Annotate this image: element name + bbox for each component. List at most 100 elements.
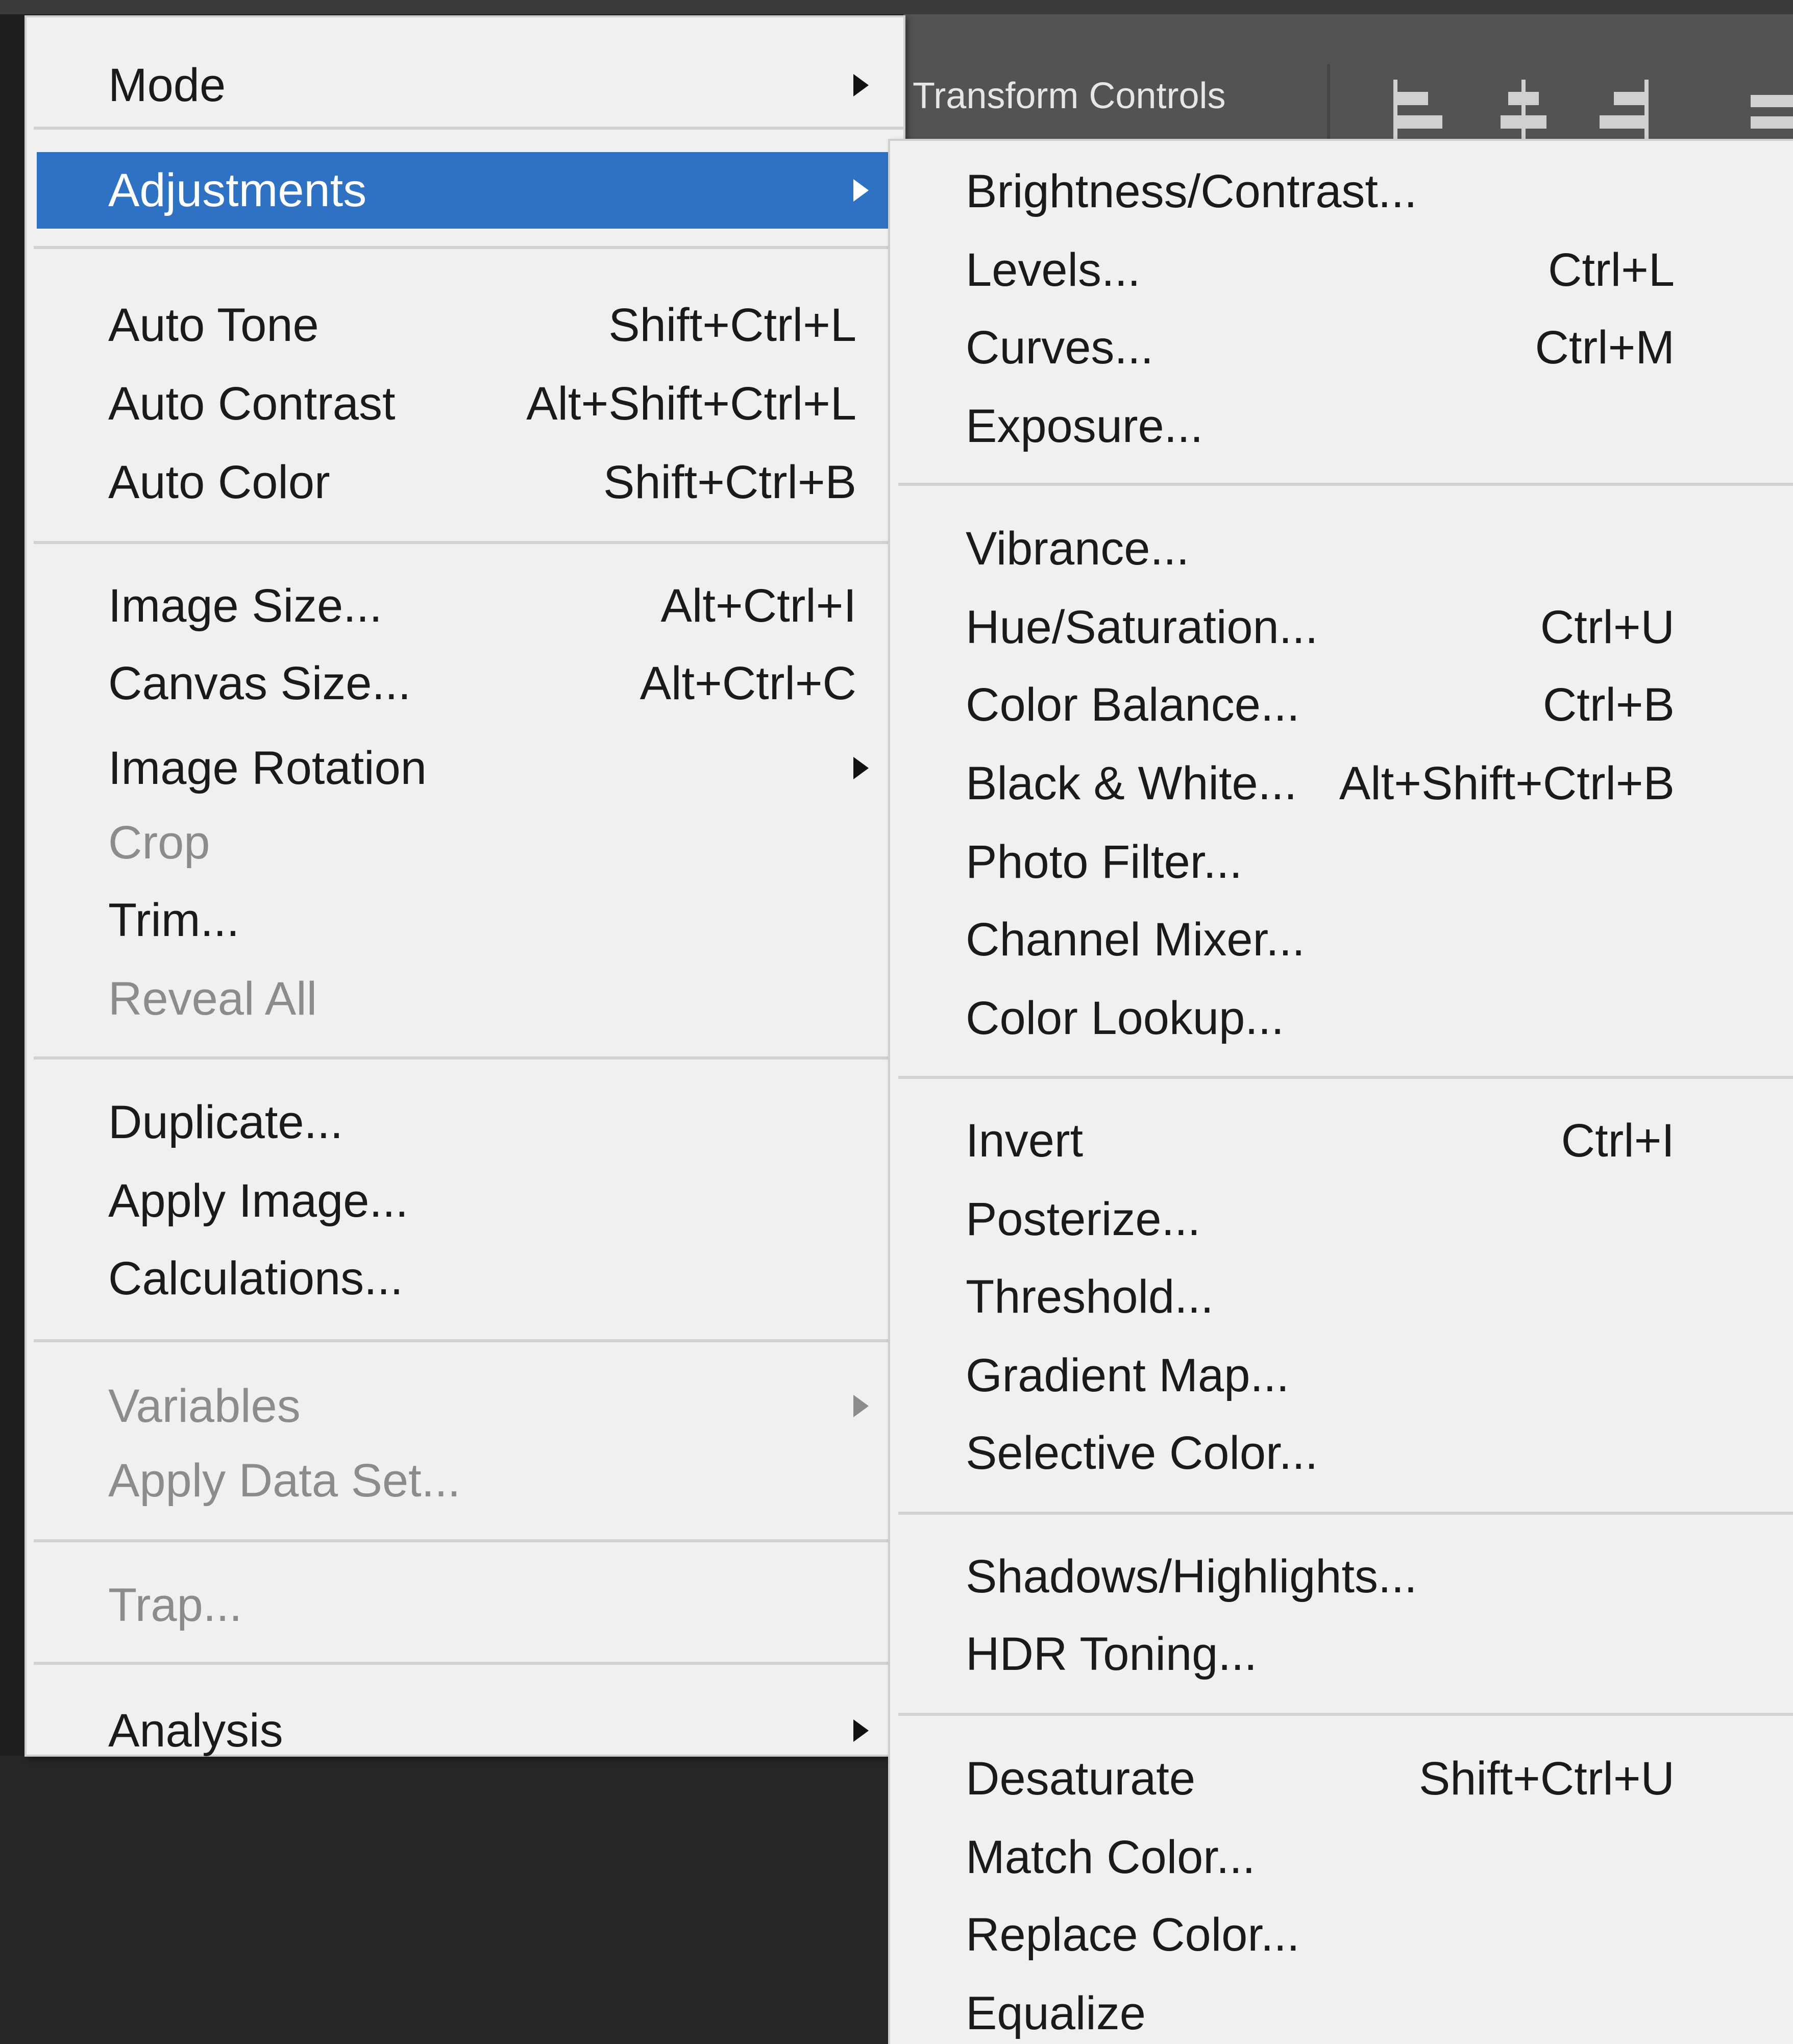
menu-item-label: Image Rotation <box>108 742 427 794</box>
submenu-item-hue-saturation[interactable]: Hue/Saturation... Ctrl+U <box>890 589 1793 666</box>
menu-item-label: Duplicate... <box>108 1096 343 1148</box>
submenu-arrow-icon <box>853 74 869 96</box>
menu-item-shortcut: Alt+Ctrl+C <box>640 657 856 709</box>
menu-item-analysis[interactable]: Analysis <box>27 1692 903 1769</box>
submenu-item-invert[interactable]: Invert Ctrl+I <box>890 1102 1793 1179</box>
menu-divider <box>34 1339 903 1342</box>
transform-controls-label[interactable]: Transform Controls <box>913 78 1225 114</box>
submenu-item-replace-color[interactable]: Replace Color... <box>890 1897 1793 1973</box>
menu-item-label: Variables <box>108 1380 301 1432</box>
menu-divider <box>34 1056 903 1060</box>
menu-item-adjustments[interactable]: Adjustments <box>37 152 903 229</box>
menu-item-label: Trap... <box>108 1579 242 1631</box>
menu-divider <box>34 1662 903 1665</box>
menu-item-label: Color Lookup... <box>966 992 1284 1044</box>
submenu-arrow-icon <box>853 1719 869 1742</box>
menu-item-label: Equalize <box>966 1987 1146 2039</box>
menu-item-label: Photo Filter... <box>966 836 1243 888</box>
menu-item-label: Auto Color <box>108 456 330 508</box>
menu-item-auto-color[interactable]: Auto Color Shift+Ctrl+B <box>27 444 903 521</box>
menu-item-label: Trim... <box>108 894 240 946</box>
submenu-item-gradient-map[interactable]: Gradient Map... <box>890 1337 1793 1414</box>
submenu-item-curves[interactable]: Curves... Ctrl+M <box>890 309 1793 386</box>
submenu-item-channel-mixer[interactable]: Channel Mixer... <box>890 901 1793 978</box>
submenu-item-black-white[interactable]: Black & White... Alt+Shift+Ctrl+B <box>890 745 1793 822</box>
menu-item-auto-tone[interactable]: Auto Tone Shift+Ctrl+L <box>27 287 903 363</box>
menu-item-image-size[interactable]: Image Size... Alt+Ctrl+I <box>27 568 903 644</box>
menu-item-label: Gradient Map... <box>966 1349 1290 1401</box>
menu-divider <box>34 246 903 249</box>
menu-item-shortcut: Ctrl+U <box>1540 601 1675 653</box>
submenu-arrow-icon <box>853 757 869 779</box>
menu-item-apply-image[interactable]: Apply Image... <box>27 1163 903 1239</box>
menu-item-label: Replace Color... <box>966 1909 1300 1961</box>
align-left-edges-icon[interactable] <box>1388 80 1444 141</box>
menu-item-trim[interactable]: Trim... <box>27 882 903 958</box>
menu-item-label: Adjustments <box>108 164 367 216</box>
menu-item-duplicate[interactable]: Duplicate... <box>27 1084 903 1161</box>
menu-item-label: Hue/Saturation... <box>966 601 1318 653</box>
submenu-item-selective-color[interactable]: Selective Color... <box>890 1415 1793 1491</box>
menu-item-label: Canvas Size... <box>108 657 411 709</box>
menu-item-label: Mode <box>108 59 226 111</box>
menu-divider <box>898 483 1793 486</box>
menu-item-mode[interactable]: Mode <box>27 47 903 124</box>
submenu-item-color-lookup[interactable]: Color Lookup... <box>890 980 1793 1056</box>
submenu-arrow-icon <box>853 1395 869 1417</box>
distribute-icon[interactable] <box>1740 80 1793 141</box>
image-menu: Mode Adjustments Auto Tone Shift+Ctrl+L … <box>24 15 905 1757</box>
menu-item-label: Apply Data Set... <box>108 1455 461 1507</box>
submenu-item-equalize[interactable]: Equalize <box>890 1975 1793 2044</box>
menu-item-label: Auto Contrast <box>108 378 396 430</box>
options-separator <box>1327 64 1330 141</box>
menu-item-label: Analysis <box>108 1705 283 1757</box>
menu-divider <box>34 127 903 130</box>
submenu-arrow-icon <box>853 179 869 202</box>
menu-item-crop[interactable]: Crop <box>27 804 903 881</box>
menu-item-label: Reveal All <box>108 973 317 1025</box>
submenu-item-desaturate[interactable]: Desaturate Shift+Ctrl+U <box>890 1740 1793 1817</box>
menu-item-label: Desaturate <box>966 1753 1196 1805</box>
submenu-item-photo-filter[interactable]: Photo Filter... <box>890 824 1793 900</box>
submenu-item-levels[interactable]: Levels... Ctrl+L <box>890 232 1793 308</box>
menu-item-label: Apply Image... <box>108 1175 409 1227</box>
menu-item-trap[interactable]: Trap... <box>27 1567 903 1643</box>
options-bar: Transform Controls <box>903 14 1793 145</box>
menu-item-calculations[interactable]: Calculations... <box>27 1240 903 1317</box>
menu-item-auto-contrast[interactable]: Auto Contrast Alt+Shift+Ctrl+L <box>27 365 903 442</box>
submenu-item-vibrance[interactable]: Vibrance... <box>890 510 1793 587</box>
menu-divider <box>898 1076 1793 1079</box>
menu-item-label: Vibrance... <box>966 523 1190 575</box>
menu-item-label: Black & White... <box>966 757 1297 809</box>
submenu-item-hdr-toning[interactable]: HDR Toning... <box>890 1616 1793 1692</box>
menu-item-label: Crop <box>108 817 210 869</box>
menu-item-reveal-all[interactable]: Reveal All <box>27 961 903 1037</box>
photoshop-window: Transform Controls Mode Adjustments Auto… <box>0 0 1793 2044</box>
submenu-item-color-balance[interactable]: Color Balance... Ctrl+B <box>890 667 1793 743</box>
align-right-edges-icon[interactable] <box>1598 80 1654 141</box>
submenu-item-shadows-highlights[interactable]: Shadows/Highlights... <box>890 1538 1793 1615</box>
menu-item-label: Shadows/Highlights... <box>966 1550 1417 1603</box>
menu-item-shortcut: Shift+Ctrl+L <box>608 299 856 351</box>
submenu-item-brightness-contrast[interactable]: Brightness/Contrast... <box>890 153 1793 230</box>
menu-divider <box>34 541 903 544</box>
align-horizontal-centers-icon[interactable] <box>1495 80 1552 141</box>
menu-item-label: Curves... <box>966 322 1154 374</box>
menu-item-label: Calculations... <box>108 1252 403 1304</box>
menu-item-label: Exposure... <box>966 400 1203 452</box>
submenu-item-posterize[interactable]: Posterize... <box>890 1181 1793 1258</box>
document-canvas-area[interactable] <box>0 1756 898 2044</box>
adjustments-submenu: Brightness/Contrast... Levels... Ctrl+L … <box>888 139 1793 2044</box>
menu-item-label: Channel Mixer... <box>966 914 1305 966</box>
menu-item-canvas-size[interactable]: Canvas Size... Alt+Ctrl+C <box>27 645 903 722</box>
menu-item-variables[interactable]: Variables <box>27 1368 903 1444</box>
menu-item-label: Match Color... <box>966 1831 1256 1883</box>
menu-item-apply-data-set[interactable]: Apply Data Set... <box>27 1442 903 1519</box>
menu-item-image-rotation[interactable]: Image Rotation <box>27 730 903 806</box>
menu-divider <box>898 1512 1793 1515</box>
submenu-item-threshold[interactable]: Threshold... <box>890 1259 1793 1335</box>
submenu-item-match-color[interactable]: Match Color... <box>890 1819 1793 1895</box>
menu-item-shortcut: Ctrl+I <box>1561 1115 1675 1167</box>
menu-item-label: Selective Color... <box>966 1427 1318 1479</box>
submenu-item-exposure[interactable]: Exposure... <box>890 388 1793 464</box>
